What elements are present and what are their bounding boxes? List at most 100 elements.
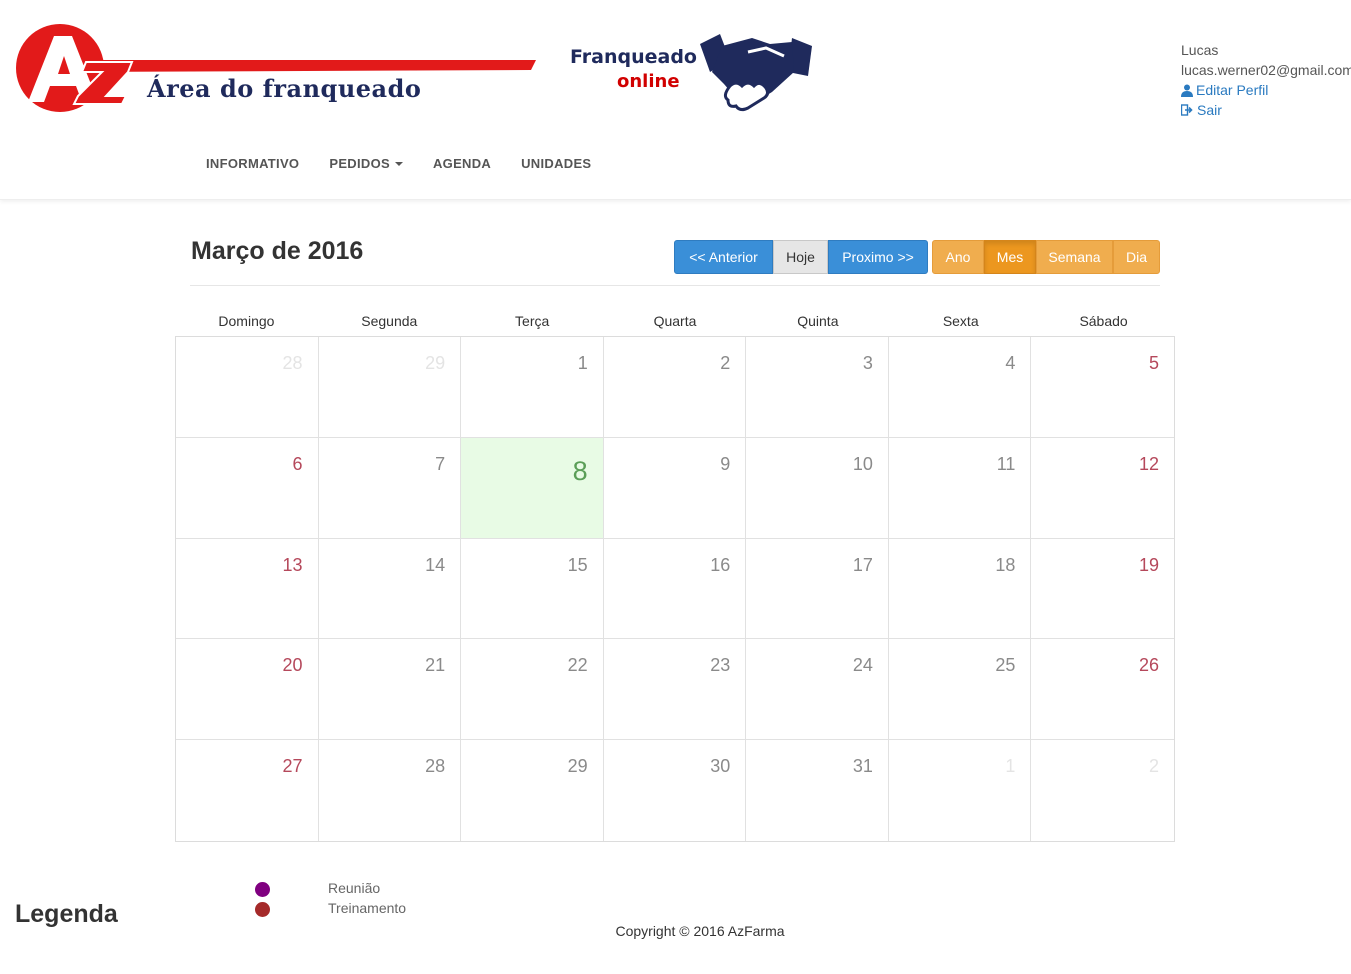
today-button[interactable]: Hoje bbox=[773, 240, 828, 274]
calendar-nav-group: << Anterior Hoje Proximo >> bbox=[674, 240, 928, 274]
calendar-view-group: Ano Mes Semana Dia bbox=[932, 240, 1160, 274]
day-number: 1 bbox=[577, 353, 588, 373]
day-cell[interactable]: 9 bbox=[603, 437, 747, 539]
day-cell[interactable]: 21 bbox=[318, 639, 462, 741]
day-number: 5 bbox=[1148, 353, 1159, 373]
day-number: 19 bbox=[1138, 554, 1159, 575]
day-cell[interactable]: 19 bbox=[1031, 538, 1174, 640]
view-month-button[interactable]: Mes bbox=[984, 240, 1036, 274]
partner-line-2: online bbox=[617, 71, 680, 92]
legend-label: Treinamento bbox=[328, 900, 407, 916]
edit-profile-label: Editar Perfil bbox=[1196, 82, 1269, 98]
day-number: 30 bbox=[710, 756, 731, 777]
nav-agenda[interactable]: AGENDA bbox=[418, 150, 506, 177]
day-cell[interactable]: 5 bbox=[1031, 337, 1174, 438]
day-cell[interactable]: 3 bbox=[746, 337, 889, 438]
day-cell[interactable]: 28 bbox=[176, 337, 319, 438]
day-cell[interactable]: 17 bbox=[746, 538, 889, 640]
nav-informativo[interactable]: INFORMATIVO bbox=[191, 150, 314, 177]
day-cell[interactable]: 14 bbox=[318, 538, 462, 640]
day-number: 28 bbox=[282, 353, 303, 373]
view-week-button[interactable]: Semana bbox=[1036, 240, 1113, 274]
day-number: 29 bbox=[425, 353, 446, 373]
legend-dot-icon bbox=[255, 882, 270, 897]
day-cell[interactable]: 22 bbox=[461, 639, 604, 741]
day-number: 22 bbox=[567, 655, 588, 676]
day-number: 31 bbox=[852, 756, 873, 777]
day-cell[interactable]: 2 bbox=[603, 337, 747, 438]
day-cell[interactable]: 26 bbox=[1031, 639, 1174, 741]
nav-informativo-label: INFORMATIVO bbox=[206, 156, 300, 171]
day-cell[interactable]: 24 bbox=[746, 639, 889, 741]
day-cell[interactable]: 18 bbox=[888, 538, 1032, 640]
weekday-label: Sábado bbox=[1079, 313, 1128, 329]
day-number: 9 bbox=[720, 453, 731, 474]
day-number: 12 bbox=[1138, 453, 1159, 474]
day-number: 2 bbox=[1148, 756, 1159, 777]
day-cell[interactable]: 7 bbox=[318, 437, 462, 539]
day-number: 28 bbox=[425, 756, 446, 777]
user-email: lucas.werner02@gmail.com bbox=[1181, 62, 1351, 78]
logo-title: Área do franqueado bbox=[147, 74, 422, 103]
logout-link[interactable]: Sair bbox=[1181, 100, 1351, 120]
day-cell[interactable]: 25 bbox=[888, 639, 1032, 741]
partner-line-1: Franqueado bbox=[570, 46, 697, 68]
day-cell[interactable]: 13 bbox=[176, 538, 319, 640]
day-cell[interactable]: 16 bbox=[603, 538, 747, 640]
day-cell[interactable]: 28 bbox=[318, 740, 462, 841]
nav-unidades[interactable]: UNIDADES bbox=[506, 150, 606, 177]
day-number: 27 bbox=[282, 756, 303, 777]
legend-item: Reunião bbox=[255, 880, 380, 897]
day-number: 6 bbox=[292, 453, 303, 474]
handshake-icon bbox=[700, 34, 812, 112]
weekday-label: Quinta bbox=[797, 313, 839, 329]
day-cell[interactable]: 1 bbox=[461, 337, 604, 438]
day-number: 24 bbox=[852, 655, 873, 676]
day-cell[interactable]: 31 bbox=[746, 740, 889, 841]
day-cell[interactable]: 15 bbox=[461, 538, 604, 640]
day-cell[interactable]: 23 bbox=[603, 639, 747, 741]
view-day-button[interactable]: Dia bbox=[1113, 240, 1160, 274]
next-button[interactable]: Proximo >> bbox=[828, 240, 928, 274]
day-number: 17 bbox=[852, 554, 873, 575]
weekday-label: Segunda bbox=[361, 313, 418, 329]
day-cell[interactable]: 4 bbox=[888, 337, 1032, 438]
day-number: 29 bbox=[567, 756, 588, 777]
toolbar-divider bbox=[190, 285, 1160, 286]
day-cell[interactable]: 20 bbox=[176, 639, 319, 741]
day-cell[interactable]: 10 bbox=[746, 437, 889, 539]
day-number: 16 bbox=[710, 554, 731, 575]
day-cell[interactable]: 12 bbox=[1031, 437, 1174, 539]
day-cell[interactable]: 27 bbox=[176, 740, 319, 841]
day-cell[interactable]: 1 bbox=[888, 740, 1032, 841]
site-header: Área do franqueado Franqueado online Luc… bbox=[0, 0, 1351, 200]
day-number: 26 bbox=[1138, 655, 1159, 676]
legend-dot-icon bbox=[255, 902, 270, 917]
day-number: 2 bbox=[720, 353, 731, 373]
prev-button[interactable]: << Anterior bbox=[674, 240, 773, 274]
nav-unidades-label: UNIDADES bbox=[521, 156, 592, 171]
nav-pedidos[interactable]: PEDIDOS bbox=[314, 150, 418, 177]
user-panel: Lucas lucas.werner02@gmail.com Editar Pe… bbox=[1181, 40, 1351, 120]
nav-pedidos-label: PEDIDOS bbox=[329, 156, 390, 171]
day-number: 20 bbox=[282, 655, 303, 676]
day-cell[interactable]: 11 bbox=[888, 437, 1032, 539]
calendar-title: Março de 2016 bbox=[191, 237, 364, 265]
weekday-header: Domingo Segunda Terça Quarta Quinta Sext… bbox=[175, 309, 1175, 337]
day-number: 21 bbox=[425, 655, 446, 676]
day-cell[interactable]: 29 bbox=[461, 740, 604, 841]
day-cell[interactable]: 29 bbox=[318, 337, 462, 438]
view-year-button[interactable]: Ano bbox=[932, 240, 984, 274]
edit-profile-link[interactable]: Editar Perfil bbox=[1181, 80, 1351, 100]
day-cell[interactable]: 2 bbox=[1031, 740, 1174, 841]
day-number: 4 bbox=[1005, 353, 1016, 373]
day-number: 11 bbox=[996, 453, 1016, 474]
today-cell[interactable]: 8 bbox=[461, 437, 604, 539]
day-number: 14 bbox=[425, 554, 446, 575]
day-cell[interactable]: 6 bbox=[176, 437, 319, 539]
user-name: Lucas bbox=[1181, 42, 1219, 58]
day-number: 23 bbox=[710, 655, 731, 676]
day-cell[interactable]: 30 bbox=[603, 740, 747, 841]
day-number: 25 bbox=[995, 655, 1016, 676]
day-number: 10 bbox=[852, 453, 873, 474]
